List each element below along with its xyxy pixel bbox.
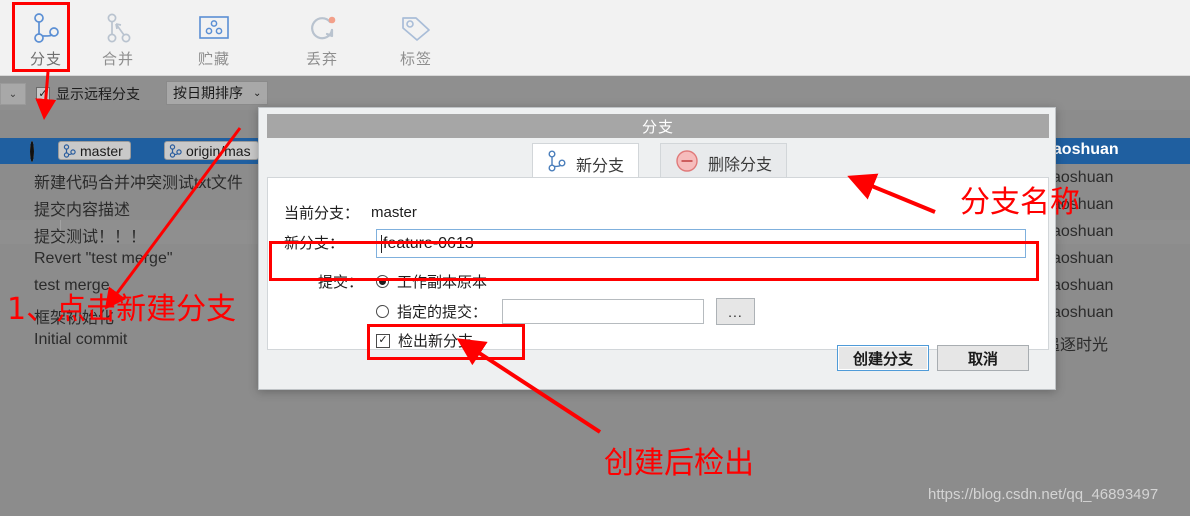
commit-source-label: 提交： bbox=[318, 274, 364, 291]
branch-icon bbox=[31, 10, 61, 46]
branch-chip-master[interactable]: master bbox=[58, 141, 131, 160]
branch-icon bbox=[169, 143, 182, 158]
new-branch-row: 新分支： bbox=[284, 232, 344, 253]
discard-icon bbox=[306, 10, 338, 46]
commit-message: Initial commit bbox=[34, 331, 128, 348]
toolbar-label-branch: 分支 bbox=[29, 51, 62, 68]
toolbar-label-tag: 标签 bbox=[399, 51, 432, 68]
radio-button-selected bbox=[376, 275, 389, 288]
sort-dropdown-label: 按日期排序 bbox=[173, 85, 243, 101]
radio-specified-commit[interactable]: 指定的提交： bbox=[376, 301, 487, 322]
tab-new-branch-label: 新分支 bbox=[576, 157, 625, 175]
branch-icon bbox=[63, 143, 76, 158]
branch-chip-origin-master[interactable]: origin/mas bbox=[164, 141, 259, 160]
specified-commit-input[interactable] bbox=[502, 299, 704, 324]
radio-working-copy-label: 工作副本原本 bbox=[397, 274, 488, 291]
tag-icon bbox=[399, 10, 433, 46]
browse-commit-button[interactable]: ... bbox=[716, 298, 755, 325]
show-remote-branches-label: 显示远程分支 bbox=[56, 86, 140, 102]
toolbar-button-branch[interactable]: 分支 bbox=[10, 4, 82, 72]
toolbar-label-discard: 丢弃 bbox=[305, 51, 338, 68]
text-caret bbox=[381, 234, 382, 253]
radio-button-unselected bbox=[376, 305, 389, 318]
new-branch-label: 新分支： bbox=[284, 235, 345, 252]
anno-click-new-branch: 1、点击新建分支 bbox=[7, 292, 237, 327]
new-branch-input[interactable]: feature-0613 bbox=[376, 229, 1026, 258]
checkbox-box: ✓ bbox=[376, 333, 390, 348]
current-branch-row: 当前分支： master bbox=[284, 202, 417, 223]
dialog-body: 当前分支： master 新分支： feature-0613 提交： 工作副本原… bbox=[267, 177, 1049, 350]
toolbar-button-discard[interactable]: 丢弃 bbox=[286, 4, 358, 72]
commit-dot bbox=[30, 141, 44, 162]
commit-message: 新建代码合并冲突测试txt文件 bbox=[34, 175, 243, 192]
dialog-title: 分支 bbox=[267, 114, 1049, 138]
new-branch-input-value: feature-0613 bbox=[383, 234, 474, 252]
branch-icon bbox=[547, 150, 567, 177]
toolbar-button-tag[interactable]: 标签 bbox=[380, 4, 452, 72]
merge-icon bbox=[103, 10, 133, 46]
commit-source-label-row: 提交： bbox=[318, 271, 363, 292]
watermark: https://blog.csdn.net/qq_46893497 bbox=[928, 486, 1159, 503]
create-branch-button[interactable]: 创建分支 bbox=[837, 345, 929, 371]
toolbar: 分支 合并 贮藏 丢弃 标签 bbox=[0, 0, 1190, 76]
branch-dialog: 分支 新分支 删除分支 当前分支： master 新分支： feature-06… bbox=[258, 107, 1056, 390]
toolbar-label-merge: 合并 bbox=[101, 51, 134, 68]
dialog-tabstrip: 新分支 删除分支 bbox=[267, 138, 1049, 183]
toolbar-label-stash: 贮藏 bbox=[197, 51, 230, 68]
toolbar-button-merge[interactable]: 合并 bbox=[82, 4, 154, 72]
stash-icon bbox=[197, 10, 231, 46]
branch-chip-label: origin/mas bbox=[186, 142, 251, 159]
current-branch-value: master bbox=[371, 204, 417, 221]
sort-dropdown[interactable]: 按日期排序 ⌄ bbox=[166, 81, 269, 105]
tab-delete-branch-label: 删除分支 bbox=[708, 157, 773, 174]
filter-collapse-chevron[interactable]: ⌄ bbox=[0, 83, 26, 105]
minus-circle-icon bbox=[675, 149, 699, 178]
show-remote-branches-checkbox[interactable]: ✓ 显示远程分支 bbox=[36, 84, 140, 104]
commit-message: Revert "test merge" bbox=[34, 250, 173, 267]
checkout-new-branch-checkbox[interactable]: ✓ 检出新分支 bbox=[376, 330, 473, 351]
current-branch-label: 当前分支： bbox=[284, 205, 360, 222]
commit-message: 提交内容描述 bbox=[34, 202, 131, 219]
anno-checkout-after-create: 创建后检出 bbox=[604, 446, 754, 481]
app-root: 分支 合并 贮藏 丢弃 标签 ⌄ ✓ 显示远程分支 按日期排序 ⌄ master… bbox=[0, 0, 1190, 516]
radio-working-copy[interactable]: 工作副本原本 bbox=[376, 271, 487, 292]
cancel-button[interactable]: 取消 bbox=[937, 345, 1029, 371]
checkbox-box: ✓ bbox=[36, 87, 50, 101]
anno-branch-name: 分支名称 bbox=[960, 185, 1080, 220]
radio-specified-commit-label: 指定的提交： bbox=[397, 304, 488, 321]
toolbar-button-stash[interactable]: 贮藏 bbox=[178, 4, 250, 72]
chevron-down-icon: ⌄ bbox=[253, 87, 262, 99]
checkout-new-branch-label: 检出新分支 bbox=[398, 333, 474, 350]
branch-chip-label: master bbox=[80, 142, 123, 159]
commit-message: 提交测试！！！ bbox=[34, 229, 147, 246]
